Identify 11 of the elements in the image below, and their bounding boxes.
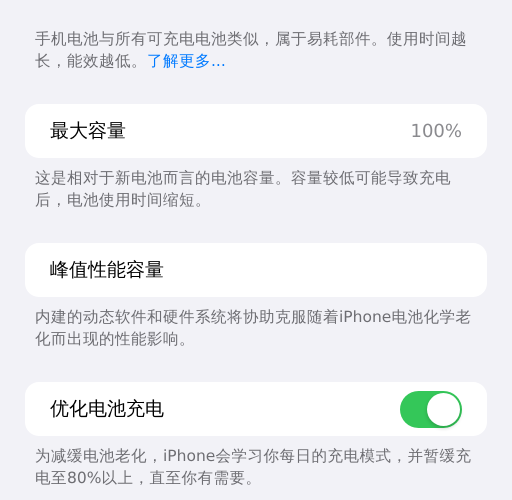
setting-label: 最大容量 [50, 118, 126, 144]
section-footer: 为减缓电池老化，iPhone会学习你每日的充电模式，并暂缓充电至80%以上，直至你有需要。 [25, 445, 487, 489]
setting-label: 峰值性能容量 [50, 258, 164, 283]
section-footer: 内建的动态软件和硬件系统将协助克服随着iPhone电池化学老化而出现的性能影响。 [25, 306, 487, 350]
setting-row[interactable]: 优化电池充电 [25, 382, 487, 436]
setting-value: 100% [410, 120, 462, 144]
toggle-switch[interactable] [400, 390, 462, 428]
setting-label: 优化电池充电 [50, 396, 164, 422]
learn-more-link[interactable]: 了解更多... [147, 52, 226, 70]
intro-text: 手机电池与所有可充电电池类似，属于易耗部件。使用时间越长，能效越低。了解更多... [34, 29, 468, 72]
section-footer: 这是相对于新电池而言的电池容量。容量较低可能导致充电后，电池使用时间缩短。 [25, 167, 487, 211]
